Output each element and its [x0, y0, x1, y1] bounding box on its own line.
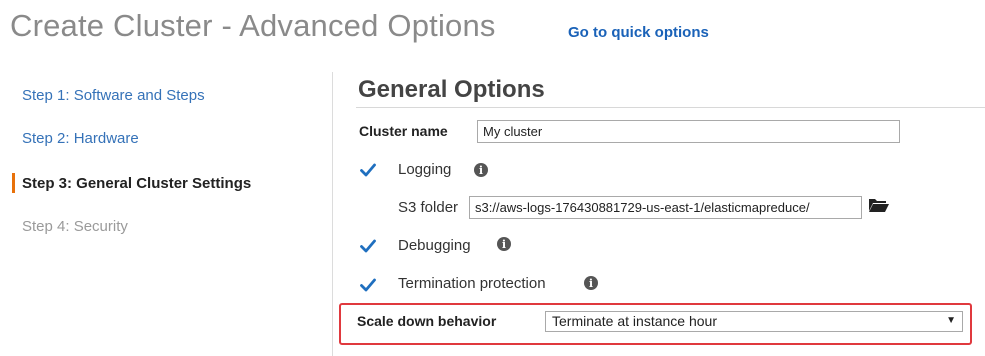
cluster-name-input[interactable] — [477, 120, 900, 143]
termination-protection-label: Termination protection — [398, 275, 546, 292]
section-rule — [356, 107, 985, 108]
checkmark-icon — [359, 163, 376, 176]
termination-protection-checkbox[interactable] — [359, 276, 376, 293]
s3-folder-input[interactable] — [469, 196, 862, 219]
info-circle-icon[interactable]: i — [474, 163, 488, 177]
active-step-marker — [12, 173, 15, 193]
checkmark-icon — [359, 239, 376, 252]
select-value: Terminate at instance hour — [552, 313, 717, 329]
page-title: Create Cluster - Advanced Options — [10, 8, 496, 43]
cluster-name-label: Cluster name — [359, 123, 448, 139]
section-title: General Options — [358, 76, 545, 103]
step-1-software-and-steps[interactable]: Step 1: Software and Steps — [22, 87, 205, 104]
folder-open-icon[interactable] — [868, 197, 890, 213]
nav-divider — [332, 72, 333, 356]
step-2-hardware[interactable]: Step 2: Hardware — [22, 130, 139, 147]
step-3-general-cluster-settings[interactable]: Step 3: General Cluster Settings — [22, 175, 251, 192]
s3-folder-label: S3 folder — [398, 199, 459, 216]
info-circle-icon[interactable]: i — [584, 276, 598, 290]
debugging-label: Debugging — [398, 237, 471, 254]
logging-checkbox[interactable] — [359, 161, 376, 178]
scale-down-behavior-label: Scale down behavior — [357, 313, 497, 329]
step-4-security: Step 4: Security — [22, 218, 128, 235]
checkmark-icon — [359, 278, 376, 291]
info-circle-icon[interactable]: i — [497, 237, 511, 251]
scale-down-behavior-select[interactable]: Terminate at instance hour ▼ — [545, 311, 963, 332]
logging-label: Logging — [398, 161, 452, 178]
go-to-quick-options-link[interactable]: Go to quick options — [568, 24, 709, 41]
caret-down-icon: ▼ — [946, 315, 956, 326]
debugging-checkbox[interactable] — [359, 237, 376, 254]
